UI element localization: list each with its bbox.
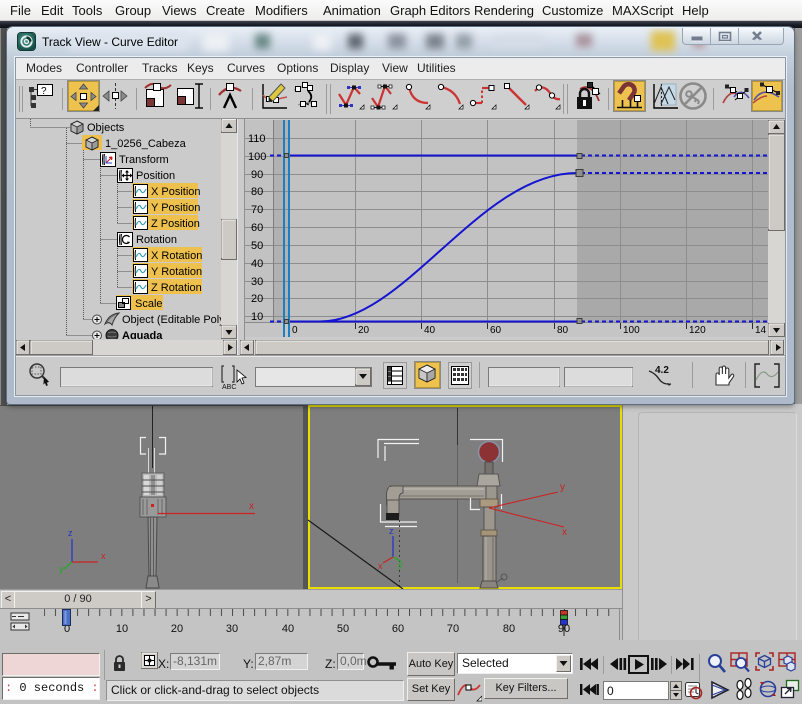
- svg-text:80: 80: [503, 623, 515, 635]
- svg-text:0: 0: [607, 684, 614, 698]
- svg-text:60: 60: [392, 623, 404, 635]
- svg-text:y: y: [560, 482, 565, 493]
- svg-text:x: x: [249, 501, 254, 512]
- svg-text:y: y: [59, 564, 64, 574]
- svg-text:z: z: [68, 528, 73, 538]
- svg-text:y: y: [398, 560, 403, 570]
- svg-text:4.2: 4.2: [655, 365, 669, 376]
- svg-text:x: x: [101, 551, 106, 561]
- svg-text:x: x: [562, 527, 567, 538]
- svg-text:30: 30: [226, 623, 238, 635]
- svg-text:x: x: [378, 561, 383, 571]
- svg-text:70: 70: [447, 623, 459, 635]
- svg-text:50: 50: [337, 623, 349, 635]
- svg-text:z: z: [389, 526, 394, 536]
- svg-text:40: 40: [282, 623, 294, 635]
- svg-text:20: 20: [171, 623, 183, 635]
- svg-text:ABC: ABC: [222, 384, 236, 391]
- svg-text:10: 10: [116, 623, 128, 635]
- svg-text:?: ?: [41, 86, 47, 97]
